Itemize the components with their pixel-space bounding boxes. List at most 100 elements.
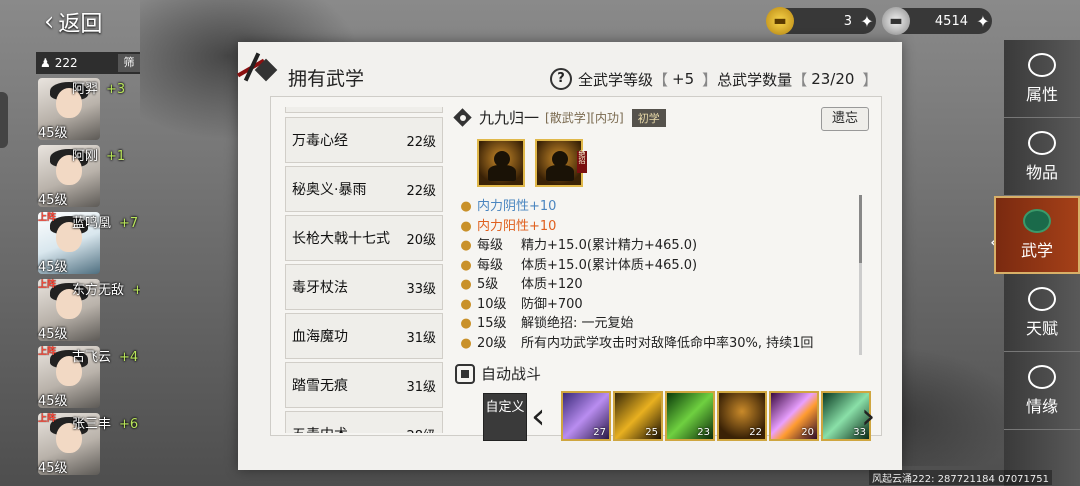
tab-bonds[interactable]: 情缘 bbox=[1004, 352, 1080, 430]
tab-items[interactable]: 物品 bbox=[1004, 118, 1080, 196]
character-level: 45级 bbox=[38, 126, 68, 141]
deployed-badge: 上阵 bbox=[38, 414, 57, 424]
martial-list[interactable]: 万毒心经 22级 秘奥义·暴雨 22级 长枪大戟十七式 20级 毒牙杖法 33级 血海魔… bbox=[285, 107, 443, 433]
character-bonus: +3 bbox=[106, 82, 126, 97]
slots-prev-arrow[interactable]: ‹ bbox=[531, 399, 545, 435]
auto-battle-slots: 27 25 23 22 20 33 bbox=[561, 391, 871, 441]
auto-battle-label: 自动战斗 bbox=[481, 365, 542, 383]
effect-line: ● 10级 防御+700 bbox=[455, 295, 853, 315]
martial-list-item[interactable]: 长枪大戟十七式 20级 bbox=[285, 215, 443, 261]
character-item[interactable]: 上阵 东方无敌 +4 45级 bbox=[36, 275, 140, 342]
martial-level: 33级 bbox=[406, 281, 436, 297]
detail-tags: [散武学][内功] bbox=[545, 111, 624, 125]
character-bonus: +1 bbox=[106, 149, 126, 164]
bullet-icon: ● bbox=[460, 335, 472, 351]
bullet-icon: ● bbox=[460, 277, 472, 292]
character-name: 东方无敌 bbox=[72, 283, 125, 298]
slot-level: 25 bbox=[645, 427, 658, 438]
character-name: 蓝鸣凰 bbox=[72, 216, 112, 231]
character-count: 222 bbox=[54, 56, 78, 70]
side-handle[interactable] bbox=[0, 92, 8, 148]
skill-slot[interactable]: 27 bbox=[561, 391, 611, 441]
slots-next-arrow[interactable]: › bbox=[861, 399, 875, 435]
martial-list-item[interactable]: 毒牙杖法 33级 bbox=[285, 264, 443, 310]
character-level: 45级 bbox=[38, 260, 68, 275]
skill-slot[interactable]: 20 bbox=[769, 391, 819, 441]
martial-name: 踏雪无痕 bbox=[292, 378, 348, 394]
martial-list-item[interactable]: 血海魔功 31级 bbox=[285, 313, 443, 359]
character-count-bar: ♟ 222 筛 bbox=[36, 52, 140, 74]
martial-list-item[interactable]: 万毒心经 22级 bbox=[285, 117, 443, 163]
martial-list-item[interactable]: 五毒内术 28级 bbox=[285, 411, 443, 433]
character-level: 45级 bbox=[38, 327, 68, 342]
tab-martial-arts[interactable]: 武学 bbox=[994, 196, 1080, 274]
martial-list-item[interactable]: 秘奥义·暴雨 22级 bbox=[285, 166, 443, 212]
character-item[interactable]: 上阵 古飞云 +4 45级 bbox=[36, 342, 140, 409]
back-label: 返回 bbox=[58, 12, 103, 37]
skill-slot[interactable]: 25 bbox=[613, 391, 663, 441]
character-item-selected[interactable]: 上阵 蓝鸣凰 +7 45级 bbox=[36, 208, 140, 275]
meditation-skill-icon[interactable] bbox=[477, 139, 525, 187]
character-item[interactable]: 上阵 张三丰 +6 45级 bbox=[36, 409, 140, 476]
auto-battle-header: 自动战斗 bbox=[455, 363, 541, 384]
character-bonus: +4 bbox=[119, 350, 139, 365]
tab-talents[interactable]: 天赋 bbox=[1004, 274, 1080, 352]
gold-value: 3 bbox=[843, 13, 852, 29]
martial-level: 22级 bbox=[406, 183, 436, 199]
filter-button[interactable]: 筛 bbox=[118, 54, 140, 72]
detail-effects: ● 内力阴性+10 ● 内力阳性+10 ● 每级 精力+15.0(累计精力+465.0)… bbox=[455, 197, 853, 353]
martial-name: 五毒内术 bbox=[292, 424, 348, 433]
character-item[interactable]: 阿刚 +1 45级 bbox=[36, 141, 140, 208]
forget-button[interactable]: 遗忘 bbox=[821, 107, 869, 131]
detail-name: 九九归一 bbox=[479, 109, 540, 127]
martial-list-item[interactable]: 踏雪无痕 31级 bbox=[285, 362, 443, 408]
tab-attributes[interactable]: 属性 bbox=[1004, 40, 1080, 118]
character-level: 45级 bbox=[38, 193, 68, 208]
ultimate-skill-icon[interactable]: 绝招 bbox=[535, 139, 587, 187]
bullet-icon: ● bbox=[460, 218, 472, 234]
gold-currency: ▬ 3 ✦ bbox=[766, 7, 876, 35]
effects-scrollbar[interactable] bbox=[859, 195, 862, 355]
add-silver-button[interactable]: ✦ bbox=[974, 12, 992, 31]
bullet-icon: ● bbox=[460, 316, 472, 331]
character-name: 阿羿 bbox=[72, 82, 99, 97]
effect-line: ● 5级 体质+120 bbox=[455, 275, 853, 295]
character-bonus: +6 bbox=[119, 417, 139, 432]
total-count-label: 总武学数量 bbox=[717, 70, 793, 89]
effect-line: ● 15级 解锁绝招: 一元复始 bbox=[455, 314, 853, 334]
bullet-icon: ● bbox=[460, 199, 472, 214]
back-button[interactable]: ‹ 返回 bbox=[44, 6, 102, 38]
martial-level: 20级 bbox=[406, 232, 436, 248]
all-level-value: +5 bbox=[672, 70, 695, 88]
silver-value: 4514 bbox=[934, 13, 968, 29]
ram-icon bbox=[1028, 52, 1056, 77]
character-list[interactable]: ♟ 222 筛 阿羿 +3 45级 阿刚 +1 45级 上阵 蓝鸣凰 +7 45级 上… bbox=[36, 52, 140, 486]
martial-name: 血海魔功 bbox=[292, 329, 348, 345]
character-level: 45级 bbox=[38, 394, 68, 409]
character-bonus: +7 bbox=[119, 216, 139, 231]
heart-icon bbox=[1028, 364, 1056, 389]
character-item[interactable]: 阿羿 +3 45级 bbox=[36, 74, 140, 141]
chevron-left-icon: ‹ bbox=[44, 7, 55, 37]
deployed-badge: 上阵 bbox=[38, 213, 57, 223]
martial-level: 28级 bbox=[406, 425, 436, 434]
martial-type-icon bbox=[453, 108, 473, 128]
martial-name: 毒牙杖法 bbox=[292, 280, 348, 296]
add-gold-button[interactable]: ✦ bbox=[858, 12, 876, 31]
bullet-icon: ● bbox=[460, 238, 472, 253]
watermark: 风起云涌222: 287721184 07071751 bbox=[869, 470, 1052, 485]
custom-button[interactable]: 自定义 bbox=[483, 393, 527, 441]
martial-detail: 九九归一 [散武学][内功] 初学 遗忘 绝招 ● 内力阴性+10 ● 内力阳性+1… bbox=[453, 107, 875, 441]
martial-name: 秘奥义·暴雨 bbox=[292, 182, 367, 198]
martial-arts-panel: 拥有武学 ? 全武学等级 【+5】 总武学数量 【23/20】 万毒心经 22级 … bbox=[237, 42, 902, 470]
skill-slot[interactable]: 22 bbox=[717, 391, 767, 441]
book-icon bbox=[1023, 209, 1051, 233]
panel-title: 拥有武学 bbox=[288, 68, 365, 90]
total-count-value: 23/20 bbox=[811, 70, 855, 88]
skill-slot[interactable]: 23 bbox=[665, 391, 715, 441]
effect-line: ● 20级 所有内功武学攻击时对敌降低命中率30%, 持续1回 bbox=[455, 334, 853, 354]
help-icon[interactable]: ? bbox=[550, 68, 572, 90]
character-icon: ♟ bbox=[40, 56, 51, 70]
bird-icon bbox=[1028, 286, 1056, 311]
martial-level: 31级 bbox=[406, 379, 436, 395]
